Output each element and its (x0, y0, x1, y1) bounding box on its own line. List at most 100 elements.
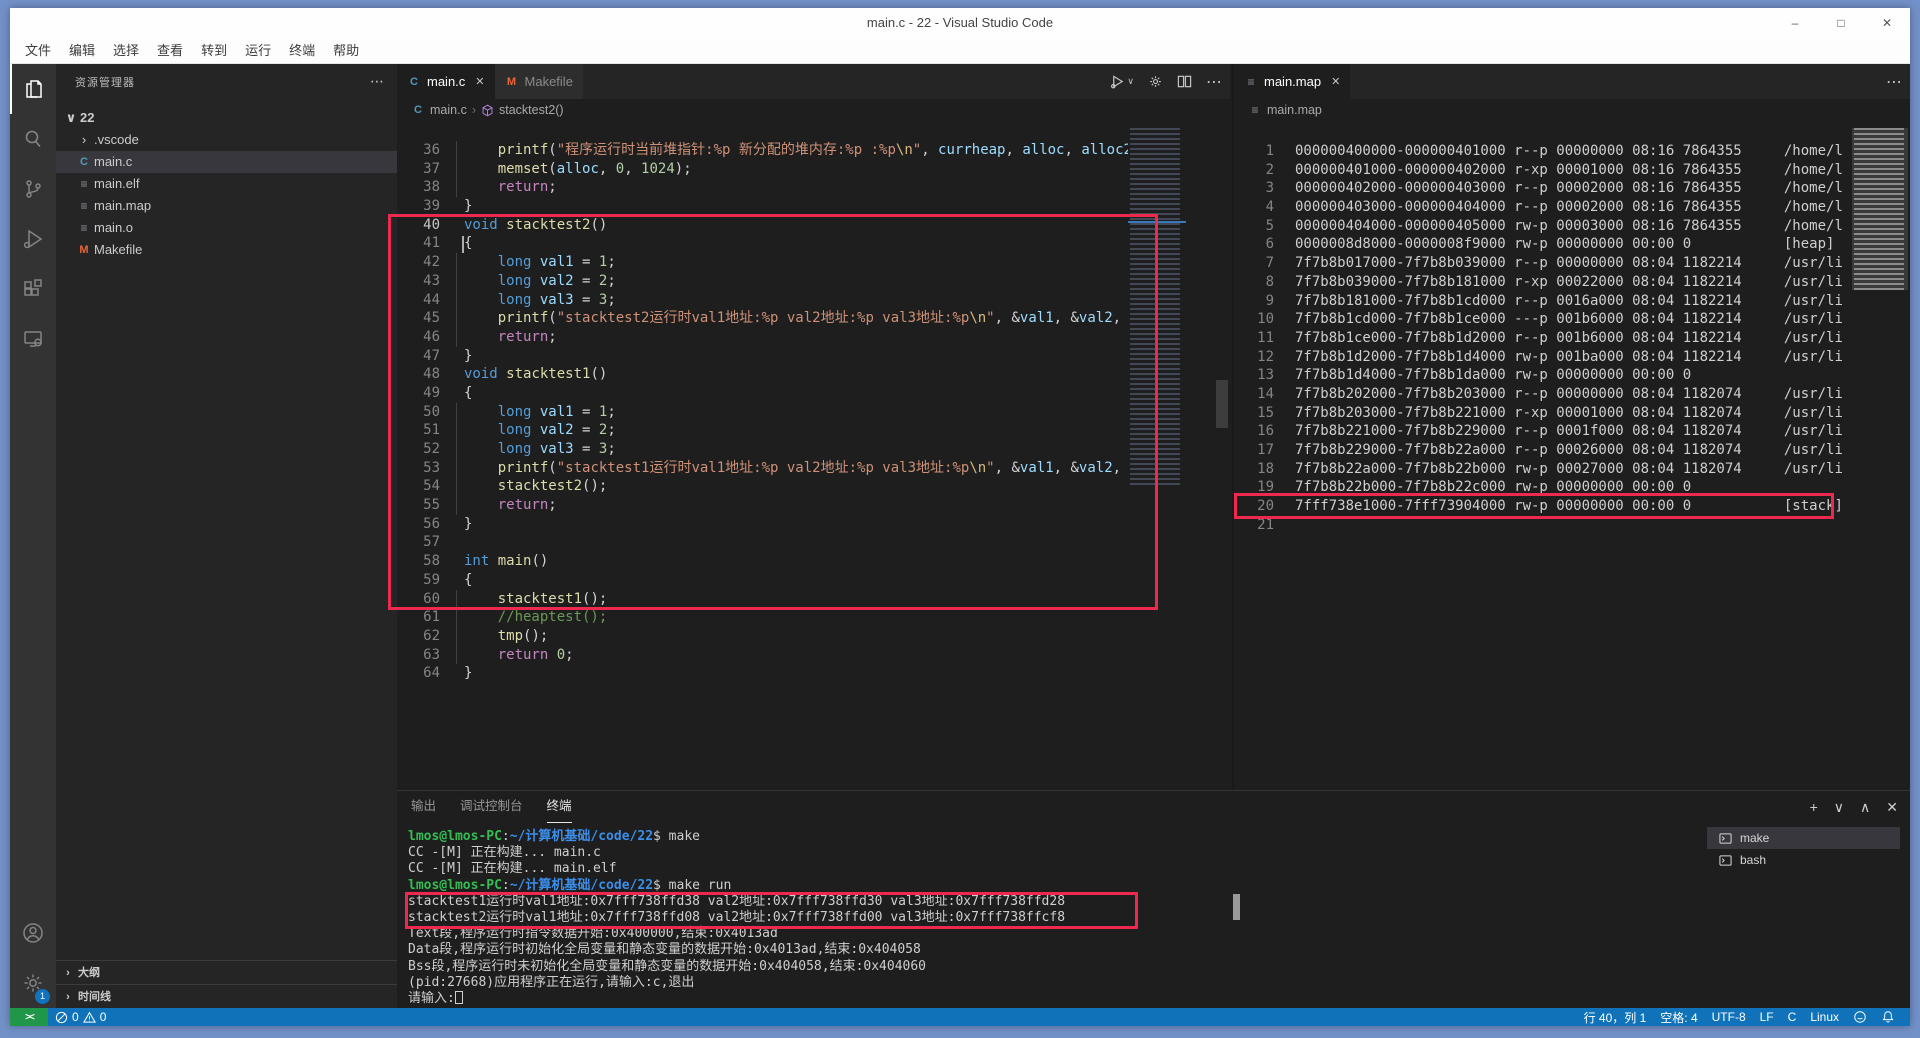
map-line-12[interactable]: 127f7b8b1d2000-7f7b8b1d4000 rw-p 001ba00… (1234, 348, 1910, 367)
panel-tab-终端[interactable]: 终端 (547, 791, 572, 823)
new-terminal-icon[interactable]: + (1810, 799, 1818, 815)
cursor-position[interactable]: 行 40，列 1 (1577, 1008, 1654, 1026)
encoding[interactable]: UTF-8 (1705, 1008, 1753, 1026)
minimize-icon[interactable]: – (1772, 8, 1818, 38)
menubar: 文件编辑选择查看转到运行终端帮助 (10, 38, 1910, 64)
code-line-63[interactable]: 63 return 0; (397, 646, 1230, 665)
breadcrumb-file[interactable]: main.map (1267, 103, 1322, 117)
map-line-11[interactable]: 117f7b8b1ce000-7f7b8b1d2000 r--p 001b600… (1234, 329, 1910, 348)
remote-explorer-icon[interactable] (10, 314, 56, 364)
breadcrumb-symbol[interactable]: stacktest2() (499, 103, 564, 117)
timeline-section[interactable]: › 时间线 (56, 984, 397, 1008)
terminal-dropdown-icon[interactable]: ∨ (1834, 799, 1844, 816)
outline-label: 大纲 (78, 967, 100, 979)
menu-item-选择[interactable]: 选择 (104, 38, 148, 64)
map-line-5[interactable]: 5000000404000-000000405000 rw-p 00003000… (1234, 217, 1910, 236)
map-line-3[interactable]: 3000000402000-000000403000 r--p 00002000… (1234, 179, 1910, 198)
code-line-64[interactable]: 64} (397, 664, 1230, 683)
run-c-file-icon[interactable]: ∨ (1110, 74, 1134, 89)
map-line-15[interactable]: 157f7b8b203000-7f7b8b221000 r-xp 0000100… (1234, 404, 1910, 423)
terminal-instance-make[interactable]: make (1707, 827, 1900, 849)
tab-main-map[interactable]: ≡ main.map ✕ (1234, 64, 1350, 99)
breadcrumb[interactable]: ≡ main.map (1234, 99, 1910, 121)
map-line-9[interactable]: 97f7b8b181000-7f7b8b1cd000 r--p 0016a000… (1234, 292, 1910, 311)
map-line-1[interactable]: 1000000400000-000000401000 r--p 00000000… (1234, 142, 1910, 161)
sidebar-item-main.elf[interactable]: ≡main.elf (56, 173, 397, 195)
more-actions-icon[interactable]: ⋯ (370, 73, 385, 90)
language-mode[interactable]: C (1781, 1008, 1804, 1026)
run-debug-icon[interactable] (10, 214, 56, 264)
account-icon[interactable] (10, 908, 56, 958)
menu-item-帮助[interactable]: 帮助 (324, 38, 368, 64)
vertical-scrollbar[interactable] (1216, 380, 1228, 428)
map-line-14[interactable]: 147f7b8b202000-7f7b8b203000 r--p 0000000… (1234, 385, 1910, 404)
code-line-38[interactable]: 38 return; (397, 178, 1230, 197)
feedback-icon[interactable] (1846, 1008, 1874, 1026)
map-line-2[interactable]: 2000000401000-000000402000 r-xp 00001000… (1234, 161, 1910, 180)
remote-indicator-icon[interactable]: >< (10, 1008, 48, 1026)
close-icon[interactable]: ✕ (1864, 8, 1910, 38)
explorer-icon[interactable] (10, 64, 56, 114)
menu-item-终端[interactable]: 终端 (280, 38, 324, 64)
more-actions-icon[interactable]: ⋯ (1886, 72, 1902, 92)
remote-os[interactable]: Linux (1803, 1008, 1846, 1026)
code-line-61[interactable]: 61 //heaptest(); (397, 608, 1230, 627)
source-control-icon[interactable] (10, 164, 56, 214)
code-line-62[interactable]: 62 tmp(); (397, 627, 1230, 646)
split-editor-icon[interactable] (1177, 74, 1192, 89)
minimap-slider[interactable] (1852, 128, 1908, 290)
map-line-13[interactable]: 137f7b8b1d4000-7f7b8b1da000 rw-p 0000000… (1234, 366, 1910, 385)
breadcrumb-file[interactable]: main.c (430, 103, 467, 117)
problems-status[interactable]: 0 0 (48, 1008, 113, 1026)
sidebar-item-Makefile[interactable]: MMakefile (56, 239, 397, 261)
notifications-bell-icon[interactable] (1874, 1008, 1902, 1026)
map-line-16[interactable]: 167f7b8b221000-7f7b8b229000 r--p 0001f00… (1234, 422, 1910, 441)
map-line-17[interactable]: 177f7b8b229000-7f7b8b22a000 r--p 0002600… (1234, 441, 1910, 460)
settings-gear-icon[interactable]: 1 (10, 958, 56, 1008)
close-tab-icon[interactable]: ✕ (475, 75, 484, 88)
code-line-36[interactable]: 36 printf("程序运行时当前堆指针:%p 新分配的堆内存:%p :%p\… (397, 141, 1230, 160)
maximize-icon[interactable]: □ (1818, 8, 1864, 38)
eol-sequence[interactable]: LF (1753, 1008, 1781, 1026)
maximize-panel-icon[interactable]: ∧ (1860, 799, 1870, 816)
sidebar-item-root[interactable]: ∨ 22 (56, 107, 397, 129)
map-editor[interactable]: 1000000400000-000000401000 r--p 00000000… (1234, 121, 1910, 790)
sidebar-item-main.map[interactable]: ≡main.map (56, 195, 397, 217)
map-line-18[interactable]: 187f7b8b22a000-7f7b8b22b000 rw-p 0002700… (1234, 460, 1910, 479)
map-line-10[interactable]: 107f7b8b1cd000-7f7b8b1ce000 ---p 001b600… (1234, 310, 1910, 329)
code-line-37[interactable]: 37 memset(alloc, 0, 1024); (397, 160, 1230, 179)
map-line-8[interactable]: 87f7b8b039000-7f7b8b181000 r-xp 00022000… (1234, 273, 1910, 292)
menu-item-运行[interactable]: 运行 (236, 38, 280, 64)
list-file-icon: ≡ (77, 217, 91, 239)
panel-tab-调试控制台[interactable]: 调试控制台 (460, 791, 523, 823)
sidebar-item-main.c[interactable]: Cmain.c (56, 151, 397, 173)
panel-tab-输出[interactable]: 输出 (411, 791, 436, 823)
chevron-down-icon: ∨ (65, 107, 77, 129)
code-text: //heaptest(); (464, 608, 607, 627)
indentation[interactable]: 空格: 4 (1653, 1008, 1704, 1026)
more-actions-icon[interactable]: ⋯ (1206, 72, 1222, 92)
map-line-7[interactable]: 77f7b8b017000-7f7b8b039000 r--p 00000000… (1234, 254, 1910, 273)
terminal-scrollbar[interactable] (1233, 894, 1240, 920)
sidebar-item-.vscode[interactable]: ›.vscode (56, 129, 397, 151)
menu-item-文件[interactable]: 文件 (16, 38, 60, 64)
sidebar-item-main.o[interactable]: ≡main.o (56, 217, 397, 239)
search-icon[interactable] (10, 114, 56, 164)
breadcrumb[interactable]: C main.c › stacktest2() (397, 99, 1230, 121)
close-panel-icon[interactable]: ✕ (1886, 799, 1898, 816)
code-line-39[interactable]: 39} (397, 197, 1230, 216)
tab-main-c[interactable]: C main.c ✕ (397, 64, 495, 99)
menu-item-转到[interactable]: 转到 (192, 38, 236, 64)
outline-section[interactable]: › 大纲 (56, 960, 397, 984)
extensions-icon[interactable] (10, 264, 56, 314)
menu-item-查看[interactable]: 查看 (148, 38, 192, 64)
terminal-instance-bash[interactable]: bash (1707, 849, 1900, 871)
map-line-4[interactable]: 4000000403000-000000404000 r--p 00002000… (1234, 198, 1910, 217)
menu-item-编辑[interactable]: 编辑 (60, 38, 104, 64)
minimap[interactable] (1852, 128, 1908, 413)
close-tab-icon[interactable]: ✕ (1331, 75, 1340, 88)
gear-icon[interactable] (1148, 74, 1163, 89)
chevron-right-icon: › (77, 129, 91, 151)
map-line-6[interactable]: 60000008d8000-0000008f9000 rw-p 00000000… (1234, 235, 1910, 254)
tab-makefile[interactable]: M Makefile (495, 64, 583, 99)
